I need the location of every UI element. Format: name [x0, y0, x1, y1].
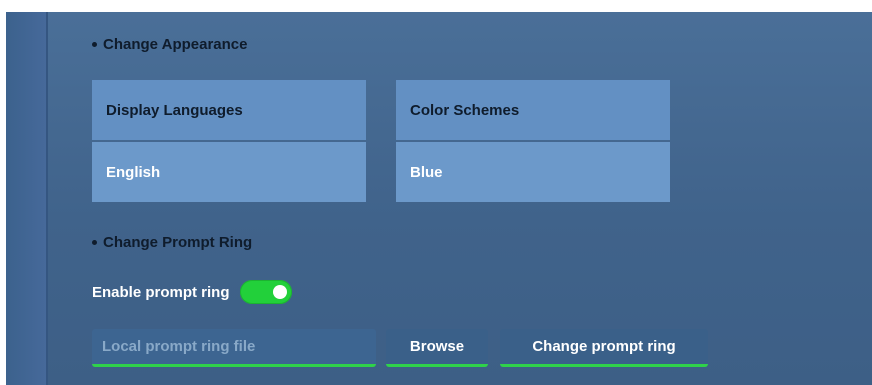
left-edge-strip [6, 12, 48, 385]
toggle-knob [272, 285, 287, 299]
color-schemes-header: Color Schemes [396, 80, 670, 140]
settings-panel: Change Appearance Display Languages Colo… [6, 12, 872, 385]
enable-prompt-ring-label: Enable prompt ring [92, 283, 230, 301]
appearance-heading-text: Change Appearance [103, 36, 248, 53]
color-scheme-value[interactable]: Blue [396, 142, 670, 202]
bullet-icon [92, 240, 97, 245]
bullet-icon [92, 42, 97, 47]
change-prompt-ring-button[interactable]: Change prompt ring [500, 329, 708, 367]
display-language-value[interactable]: English [92, 142, 366, 202]
enable-prompt-ring-toggle[interactable] [239, 280, 292, 304]
browse-button[interactable]: Browse [386, 329, 488, 367]
prompt-ring-file-input[interactable] [92, 329, 376, 367]
prompt-ring-section-heading: Change Prompt Ring [92, 234, 252, 251]
prompt-ring-heading-text: Change Prompt Ring [103, 234, 253, 251]
display-languages-header: Display Languages [92, 80, 366, 140]
appearance-section-heading: Change Appearance [92, 36, 248, 53]
enable-prompt-ring-row: Enable prompt ring [92, 280, 292, 304]
